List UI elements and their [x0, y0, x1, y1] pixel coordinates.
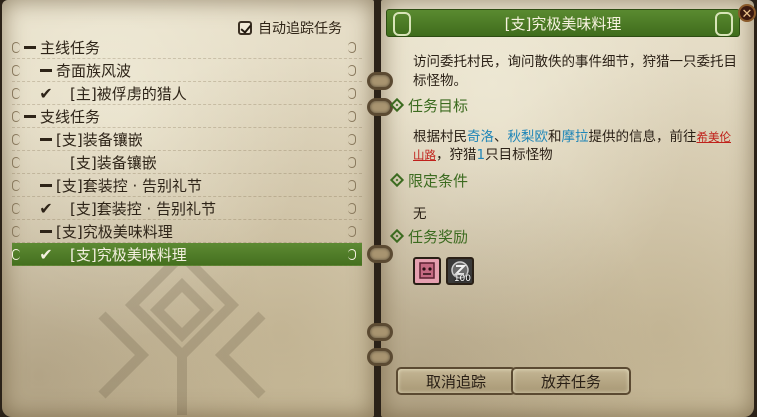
cancel-track-button[interactable]: 取消追踪 [396, 367, 516, 395]
quest-group-row[interactable]: [支]套装控 · 告别礼节 [12, 174, 362, 197]
scroll-hook-icon [12, 249, 20, 260]
quest-category-main[interactable]: 主线任务 [12, 36, 362, 59]
npc-name: 奇洛 [467, 129, 494, 145]
quest-title-bar: [支]究极美味料理 [386, 9, 740, 37]
scroll-hook-icon [348, 134, 356, 145]
objective-text-part: 提供的信息，前往 [588, 129, 697, 145]
quest-row-label: [支]究极美味料理 [70, 245, 187, 264]
npc-name: 摩拉 [561, 129, 589, 145]
quest-category-side[interactable]: 支线任务 [12, 105, 362, 128]
auto-track-label: 自动追踪任务 [258, 21, 342, 37]
title-ornament-icon [715, 12, 733, 36]
scroll-hook-icon [12, 111, 20, 122]
title-ornament-icon [393, 12, 411, 36]
rewards-section-header: 任务奖励 [389, 226, 469, 246]
objective-text: 根据村民奇洛、秋梨欧和摩拉提供的信息，前往希美伦山路，狩猎1只目标怪物 [413, 128, 739, 164]
monster-material-icon[interactable] [413, 257, 441, 285]
scroll-hook-icon [348, 157, 356, 168]
tracked-check-icon: ✔ [39, 83, 53, 103]
scroll-hook-icon [12, 203, 20, 214]
close-button[interactable]: ✕ [738, 4, 756, 22]
tracked-check-icon: ✔ [39, 198, 53, 218]
quest-title: [支]究极美味料理 [504, 14, 622, 33]
quest-row-label: [支]套装控 · 告别礼节 [56, 176, 203, 195]
objective-text-part: 只目标怪物 [485, 147, 553, 163]
auto-track-toggle[interactable]: 自动追踪任务 [238, 18, 342, 38]
quest-item-row[interactable]: [支]装备镶嵌 [12, 151, 362, 174]
scroll-hook-icon [348, 203, 356, 214]
conditions-heading: 限定条件 [408, 171, 469, 190]
auto-track-checkbox[interactable] [238, 21, 252, 35]
diamond-bullet-icon [389, 228, 405, 244]
quest-row-label: 主线任务 [40, 38, 101, 57]
objective-heading: 任务目标 [408, 96, 469, 115]
quest-list: 主线任务 奇面族风波 ✔ [主]被俘虏的猎人 支线任务 [支]装备镶嵌 [支]装… [12, 36, 362, 266]
rewards-heading: 任务奖励 [408, 227, 469, 246]
quest-item-row-selected[interactable]: ✔ [支]究极美味料理 [12, 243, 362, 266]
quest-item-row[interactable]: ✔ [支]套装控 · 告别礼节 [12, 197, 362, 220]
quest-description: 访问委托村民，询问散佚的事件细节，狩猎一只委托目标怪物。 [413, 54, 737, 89]
quest-row-label: [支]究极美味料理 [56, 222, 173, 241]
diamond-bullet-icon [389, 172, 405, 188]
quest-row-label: [支]装备镶嵌 [70, 153, 157, 172]
collapse-dash-icon [40, 68, 52, 72]
binding-ring [367, 348, 393, 366]
monster-face-icon [419, 262, 435, 279]
abandon-quest-button[interactable]: 放弃任务 [511, 367, 631, 395]
conditions-section-header: 限定条件 [389, 170, 469, 190]
collapse-dash-icon [24, 45, 36, 49]
scroll-hook-icon [348, 65, 356, 76]
objective-text-part: ，狩猎 [436, 147, 477, 163]
zenny-coin-icon[interactable]: 100 [446, 257, 474, 285]
reward-quantity: 100 [453, 274, 471, 284]
tracked-check-icon: ✔ [39, 244, 53, 264]
scroll-hook-icon [12, 226, 20, 237]
quest-row-label: [支]装备镶嵌 [56, 130, 143, 149]
scroll-hook-icon [12, 134, 20, 145]
objective-text-part: 根据村民 [413, 129, 467, 145]
collapse-dash-icon [24, 114, 36, 118]
quest-group-row[interactable]: 奇面族风波 [12, 59, 362, 82]
quest-row-label: 支线任务 [40, 107, 101, 126]
quest-item-row[interactable]: ✔ [主]被俘虏的猎人 [12, 82, 362, 105]
binding-ring [367, 245, 393, 263]
scroll-hook-icon [348, 42, 356, 53]
collapse-dash-icon [40, 137, 52, 141]
quest-row-label: [主]被俘虏的猎人 [70, 84, 187, 103]
hunt-count: 1 [476, 147, 486, 163]
quest-row-label: 奇面族风波 [56, 61, 132, 80]
scroll-hook-icon [348, 226, 356, 237]
scroll-hook-icon [12, 65, 20, 76]
scroll-hook-icon [348, 111, 356, 122]
collapse-dash-icon [40, 183, 52, 187]
conditions-value: 无 [413, 206, 427, 222]
scroll-hook-icon [12, 88, 20, 99]
scroll-hook-icon [12, 180, 20, 191]
npc-name: 秋梨欧 [507, 129, 549, 145]
scroll-hook-icon [348, 88, 356, 99]
binding-ring [367, 72, 393, 90]
objective-section-header: 任务目标 [389, 95, 469, 115]
diamond-bullet-icon [389, 97, 405, 113]
quest-group-row[interactable]: [支]究极美味料理 [12, 220, 362, 243]
scroll-hook-icon [12, 42, 20, 53]
collapse-dash-icon [40, 229, 52, 233]
objective-text-part: 和 [548, 129, 562, 145]
scroll-hook-icon [348, 180, 356, 191]
binding-ring [367, 98, 393, 116]
quest-row-label: [支]套装控 · 告别礼节 [70, 199, 217, 218]
objective-text-part: 、 [494, 129, 508, 145]
scroll-hook-icon [12, 157, 20, 168]
scroll-hook-icon [348, 249, 356, 260]
binding-ring [367, 323, 393, 341]
quest-group-row[interactable]: [支]装备镶嵌 [12, 128, 362, 151]
